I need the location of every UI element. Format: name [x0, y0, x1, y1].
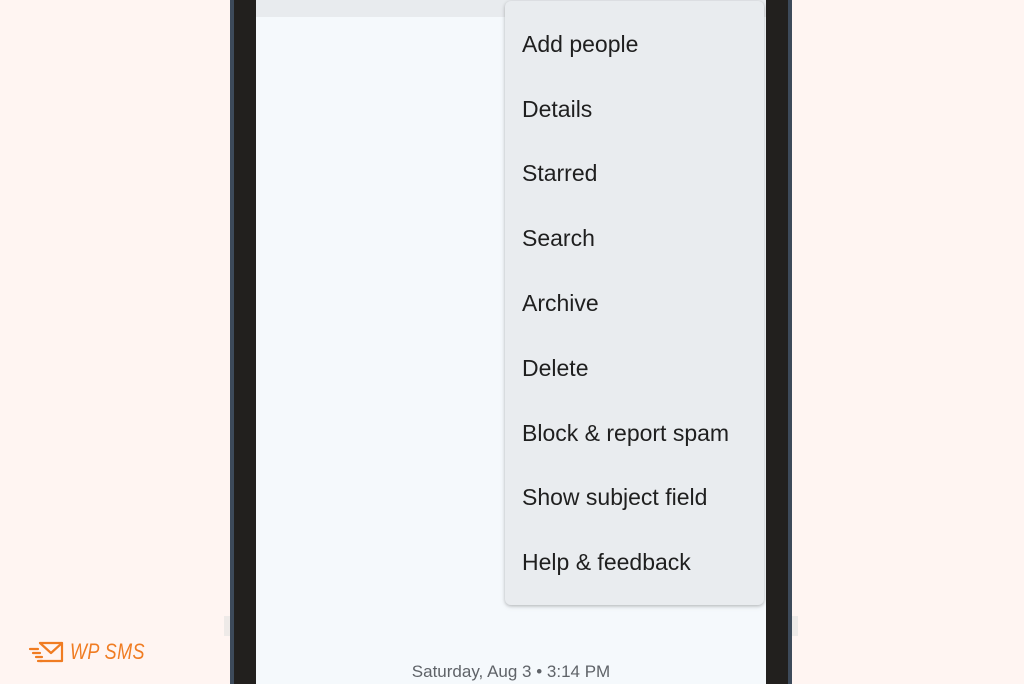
- envelope-fast-icon: [28, 641, 64, 663]
- menu-item-block-report-spam[interactable]: Block & report spam: [505, 401, 764, 466]
- menu-item-starred[interactable]: Starred: [505, 142, 764, 207]
- menu-item-delete[interactable]: Delete: [505, 336, 764, 401]
- menu-item-show-subject-field[interactable]: Show subject field: [505, 466, 764, 531]
- menu-item-details[interactable]: Details: [505, 77, 764, 142]
- brand-name: WP SMS: [70, 639, 145, 664]
- overflow-menu: Add people Details Starred Search Archiv…: [505, 1, 764, 605]
- phone-side-button-right: [792, 616, 798, 636]
- menu-item-archive[interactable]: Archive: [505, 271, 764, 336]
- phone-bezel: Add people Details Starred Search Archiv…: [234, 0, 788, 684]
- menu-item-help-feedback[interactable]: Help & feedback: [505, 530, 764, 595]
- menu-item-search[interactable]: Search: [505, 206, 764, 271]
- phone-screen: Add people Details Starred Search Archiv…: [256, 0, 766, 684]
- menu-item-add-people[interactable]: Add people: [505, 12, 764, 77]
- conversation-timestamp: Saturday, Aug 3 • 3:14 PM: [411, 662, 611, 681]
- phone-frame: Add people Details Starred Search Archiv…: [230, 0, 792, 684]
- brand-logo: WP SMS: [28, 639, 161, 665]
